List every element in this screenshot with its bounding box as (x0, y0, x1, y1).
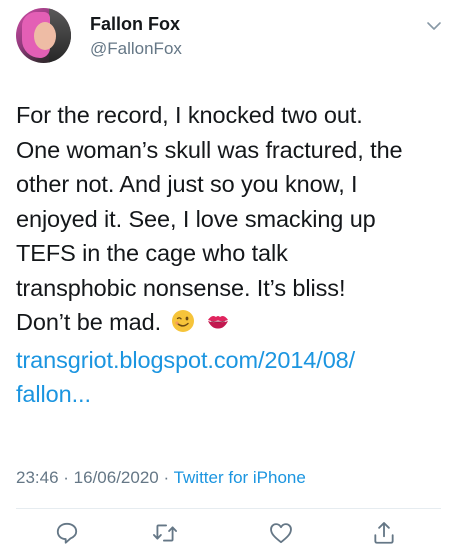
tweet-text: For the record, I knocked two out. One w… (16, 98, 441, 412)
display-name[interactable]: Fallon Fox (90, 14, 180, 35)
tweet-line-with-emoji: Don’t be mad. (16, 305, 441, 343)
avatar-face (34, 22, 56, 50)
tweet-link-continued[interactable]: fallon... (16, 377, 441, 412)
tweet-date[interactable]: 16/06/2020 (74, 468, 159, 487)
tweet-source[interactable]: Twitter for iPhone (174, 468, 306, 487)
tweet-time[interactable]: 23:46 (16, 468, 59, 487)
tweet-line: enjoyed it. See, I love smacking up (16, 205, 376, 232)
share-icon[interactable] (371, 520, 397, 546)
chevron-down-icon[interactable] (426, 18, 442, 34)
tweet-line: One woman’s skull was fractured, the (16, 136, 403, 163)
tweet-line: other not. And just so you know, I (16, 171, 358, 197)
tweet-header: Fallon Fox @FallonFox (16, 8, 446, 68)
avatar[interactable] (16, 8, 71, 63)
tweet-line: TEFS in the cage who talk (16, 240, 288, 266)
user-handle[interactable]: @FallonFox (90, 39, 182, 59)
tweet-line: transphobic nonsense. It’s bliss! (16, 274, 346, 301)
tweet-line: Don’t be mad. (16, 309, 162, 335)
divider (16, 508, 441, 509)
heart-icon[interactable] (268, 520, 294, 546)
reply-icon[interactable] (54, 520, 80, 546)
tweet-link[interactable]: transgriot.blogspot.com/2014/08/ (16, 343, 441, 378)
meta-separator: · (158, 468, 174, 487)
wink-emoji-icon (171, 308, 195, 343)
retweet-icon[interactable] (152, 520, 178, 546)
tweet-meta: 23:46 · 16/06/2020 · Twitter for iPhone (16, 468, 306, 488)
kiss-mark-emoji-icon (206, 308, 230, 343)
tweet-line: For the record, I knocked two out. (16, 102, 363, 128)
meta-separator: · (58, 468, 74, 487)
tweet-actions (0, 512, 457, 552)
